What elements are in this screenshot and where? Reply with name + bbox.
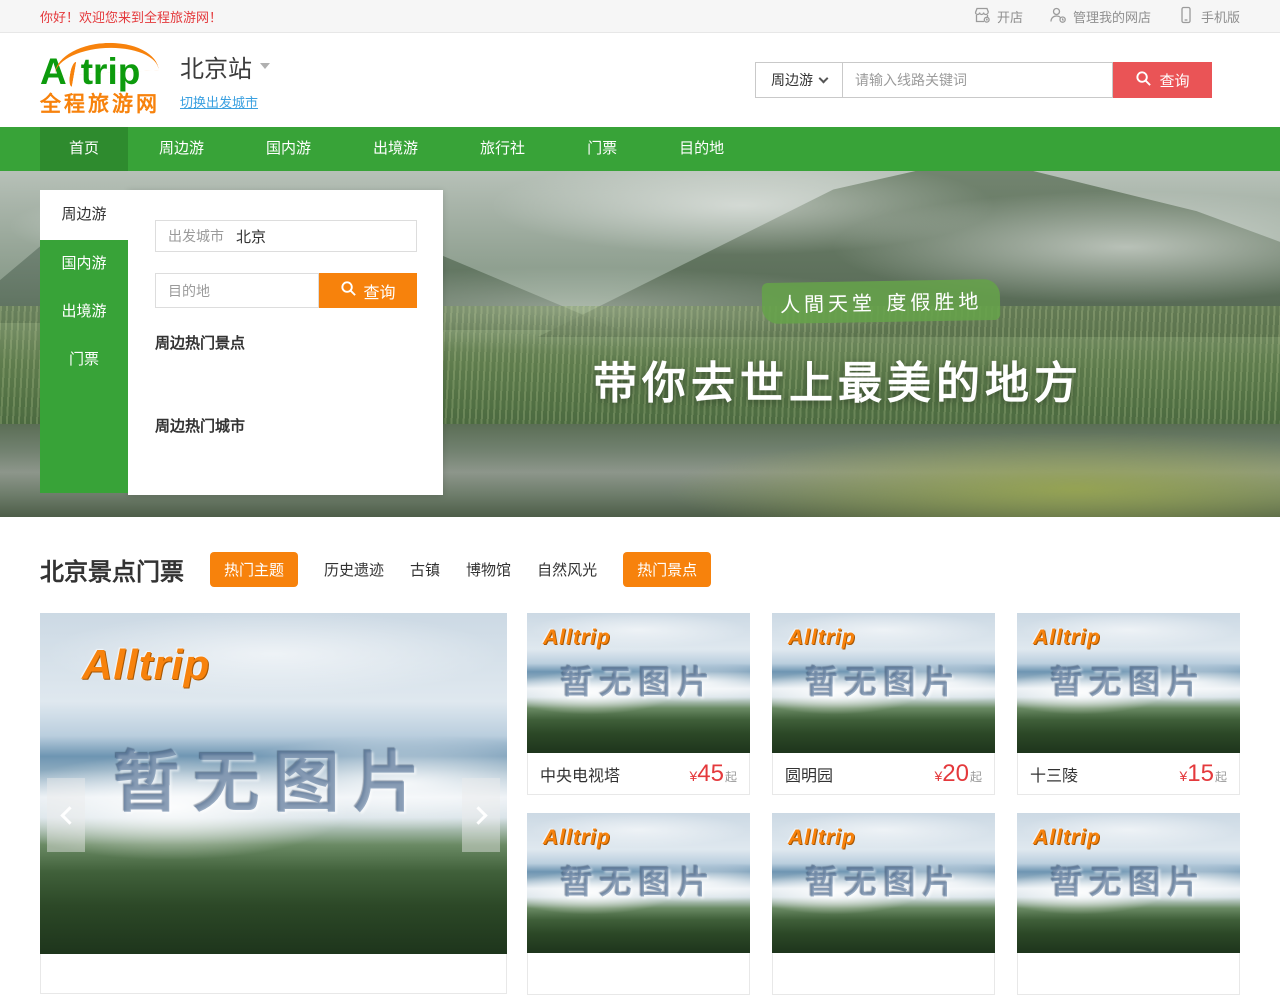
side-menu-item-domestic[interactable]: 国内游 bbox=[40, 240, 128, 288]
placeholder-image: Alltrip 暂无图片 bbox=[527, 613, 750, 753]
placeholder-image: Alltrip 暂无图片 bbox=[1017, 813, 1240, 953]
product-price: ¥ 20 起 bbox=[934, 760, 982, 788]
chevron-right-icon bbox=[469, 806, 487, 824]
tab-historic-sites[interactable]: 历史遗迹 bbox=[324, 559, 384, 580]
product-name: 十三陵 bbox=[1030, 762, 1078, 786]
product-card[interactable]: Alltrip 暂无图片 bbox=[772, 813, 995, 995]
currency-symbol: ¥ bbox=[689, 768, 697, 784]
product-card[interactable]: Alltrip 暂无图片 中央电视塔 ¥ 45 起 bbox=[527, 613, 750, 795]
open-shop-link[interactable]: 开店 bbox=[973, 6, 1023, 27]
main-nav: 首页 周边游 国内游 出境游 旅行社 门票 目的地 bbox=[0, 127, 1280, 171]
logo-subtitle: 全程旅游网 bbox=[40, 94, 160, 115]
carousel-caption-bar bbox=[40, 954, 507, 994]
nav-item-destinations[interactable]: 目的地 bbox=[648, 127, 755, 171]
tab-hot-spots[interactable]: 热门景点 bbox=[623, 552, 711, 587]
site-header: Atrip 全程旅游网 北京站 切换出发城市 周边游 查询 bbox=[0, 33, 1280, 127]
product-card[interactable]: Alltrip 暂无图片 圆明园 ¥ 20 起 bbox=[772, 613, 995, 795]
no-image-watermark: 暂无图片 bbox=[560, 857, 716, 903]
placeholder-logo: Alltrip bbox=[1033, 826, 1101, 850]
site-logo[interactable]: Atrip 全程旅游网 bbox=[40, 45, 160, 115]
no-image-watermark: 暂无图片 bbox=[805, 657, 961, 703]
placeholder-image: Alltrip 暂无图片 bbox=[40, 613, 507, 954]
placeholder-logo: Alltrip bbox=[543, 826, 611, 850]
carousel-next-button[interactable] bbox=[462, 778, 500, 852]
search-icon bbox=[1135, 70, 1152, 91]
nav-item-outbound-tours[interactable]: 出境游 bbox=[342, 127, 449, 171]
nav-item-domestic-tours[interactable]: 国内游 bbox=[235, 127, 342, 171]
nav-item-travel-agency[interactable]: 旅行社 bbox=[449, 127, 556, 171]
hot-cities-heading: 周边热门城市 bbox=[155, 415, 417, 436]
search-category-select[interactable]: 周边游 bbox=[755, 62, 843, 98]
mobile-version-link[interactable]: 手机版 bbox=[1177, 6, 1240, 27]
nav-item-nearby-tours[interactable]: 周边游 bbox=[128, 127, 235, 171]
shop-icon bbox=[973, 6, 991, 27]
ticket-filter-tabs: 热门主题 历史遗迹 古镇 博物馆 自然风光 热门景点 bbox=[210, 552, 711, 587]
product-price: ¥ 45 起 bbox=[689, 760, 737, 788]
search-input[interactable] bbox=[843, 62, 1113, 98]
tickets-section: 北京景点门票 热门主题 历史遗迹 古镇 博物馆 自然风光 热门景点 Alltri… bbox=[40, 552, 1240, 995]
header-search: 周边游 查询 bbox=[755, 62, 1212, 98]
placeholder-image: Alltrip 暂无图片 bbox=[772, 813, 995, 953]
side-menu-item-nearby[interactable]: 周边游 bbox=[40, 190, 128, 240]
user-icon bbox=[1049, 6, 1067, 27]
depart-city-field[interactable]: 出发城市 北京 bbox=[155, 220, 417, 252]
hot-spots-heading: 周边热门景点 bbox=[155, 332, 417, 353]
chevron-down-icon bbox=[260, 63, 270, 69]
side-menu-item-tickets[interactable]: 门票 bbox=[40, 336, 128, 384]
hero-side-menu: 周边游 国内游 出境游 门票 bbox=[40, 190, 128, 493]
placeholder-logo: Alltrip bbox=[543, 626, 611, 650]
no-image-watermark: 暂无图片 bbox=[114, 729, 434, 825]
carousel-prev-button[interactable] bbox=[47, 778, 85, 852]
placeholder-image: Alltrip 暂无图片 bbox=[1017, 613, 1240, 753]
nav-item-tickets[interactable]: 门票 bbox=[556, 127, 648, 171]
section-title: 北京景点门票 bbox=[40, 552, 184, 587]
side-menu-item-outbound[interactable]: 出境游 bbox=[40, 288, 128, 336]
placeholder-logo: Alltrip bbox=[82, 641, 210, 689]
placeholder-image: Alltrip 暂无图片 bbox=[772, 613, 995, 753]
no-image-watermark: 暂无图片 bbox=[1050, 857, 1206, 903]
search-icon bbox=[340, 280, 357, 302]
no-image-watermark: 暂无图片 bbox=[560, 657, 716, 703]
product-price: ¥ 15 起 bbox=[1179, 760, 1227, 788]
logo-wordmark: Atrip bbox=[40, 45, 160, 90]
chevron-down-icon bbox=[819, 73, 829, 83]
tab-museums[interactable]: 博物馆 bbox=[466, 559, 511, 580]
search-button[interactable]: 查询 bbox=[1113, 62, 1212, 98]
currency-symbol: ¥ bbox=[1179, 768, 1187, 784]
hero-ribbon: 人間天堂 度假胜地 bbox=[762, 279, 1001, 324]
ticket-card-grid: Alltrip 暂无图片 中央电视塔 ¥ 45 起 Alltrip 暂无图片 bbox=[527, 613, 1240, 995]
tab-natural-scenery[interactable]: 自然风光 bbox=[537, 559, 597, 580]
product-card[interactable]: Alltrip 暂无图片 bbox=[527, 813, 750, 995]
phone-icon bbox=[1177, 6, 1195, 27]
chevron-left-icon bbox=[60, 806, 78, 824]
hero-banner: 周边游 国内游 出境游 门票 出发城市 北京 查询 周边热门景点 周边热门城市 … bbox=[0, 171, 1280, 517]
station-selector[interactable]: 北京站 bbox=[180, 49, 270, 84]
switch-city-link[interactable]: 切换出发城市 bbox=[180, 92, 258, 111]
hero-search-panel: 出发城市 北京 查询 周边热门景点 周边热门城市 bbox=[128, 190, 443, 495]
manage-shop-link[interactable]: 管理我的网店 bbox=[1049, 6, 1151, 27]
tab-ancient-towns[interactable]: 古镇 bbox=[410, 559, 440, 580]
topbar: 你好！欢迎您来到全程旅游网！ 开店 管理我的网店 手机版 bbox=[0, 0, 1280, 33]
placeholder-image: Alltrip 暂无图片 bbox=[527, 813, 750, 953]
product-name: 中央电视塔 bbox=[540, 762, 620, 786]
currency-symbol: ¥ bbox=[934, 768, 942, 784]
no-image-watermark: 暂无图片 bbox=[1050, 657, 1206, 703]
city-station-block: 北京站 切换出发城市 bbox=[180, 49, 270, 112]
product-name: 圆明园 bbox=[785, 762, 833, 786]
destination-input[interactable] bbox=[155, 273, 319, 308]
tab-hot-themes[interactable]: 热门主题 bbox=[210, 552, 298, 587]
panel-search-button[interactable]: 查询 bbox=[319, 273, 417, 308]
logo-swoosh-icon bbox=[53, 40, 158, 75]
placeholder-logo: Alltrip bbox=[1033, 626, 1101, 650]
no-image-watermark: 暂无图片 bbox=[805, 857, 961, 903]
hero-title: 带你去世上最美的地方 bbox=[593, 347, 1083, 411]
placeholder-logo: Alltrip bbox=[788, 626, 856, 650]
featured-carousel[interactable]: Alltrip 暂无图片 bbox=[40, 613, 507, 995]
topbar-links: 开店 管理我的网店 手机版 bbox=[973, 6, 1240, 27]
nav-item-home[interactable]: 首页 bbox=[40, 127, 128, 171]
product-card[interactable]: Alltrip 暂无图片 十三陵 ¥ 15 起 bbox=[1017, 613, 1240, 795]
placeholder-logo: Alltrip bbox=[788, 826, 856, 850]
welcome-text: 你好！欢迎您来到全程旅游网！ bbox=[40, 7, 222, 26]
product-card[interactable]: Alltrip 暂无图片 bbox=[1017, 813, 1240, 995]
